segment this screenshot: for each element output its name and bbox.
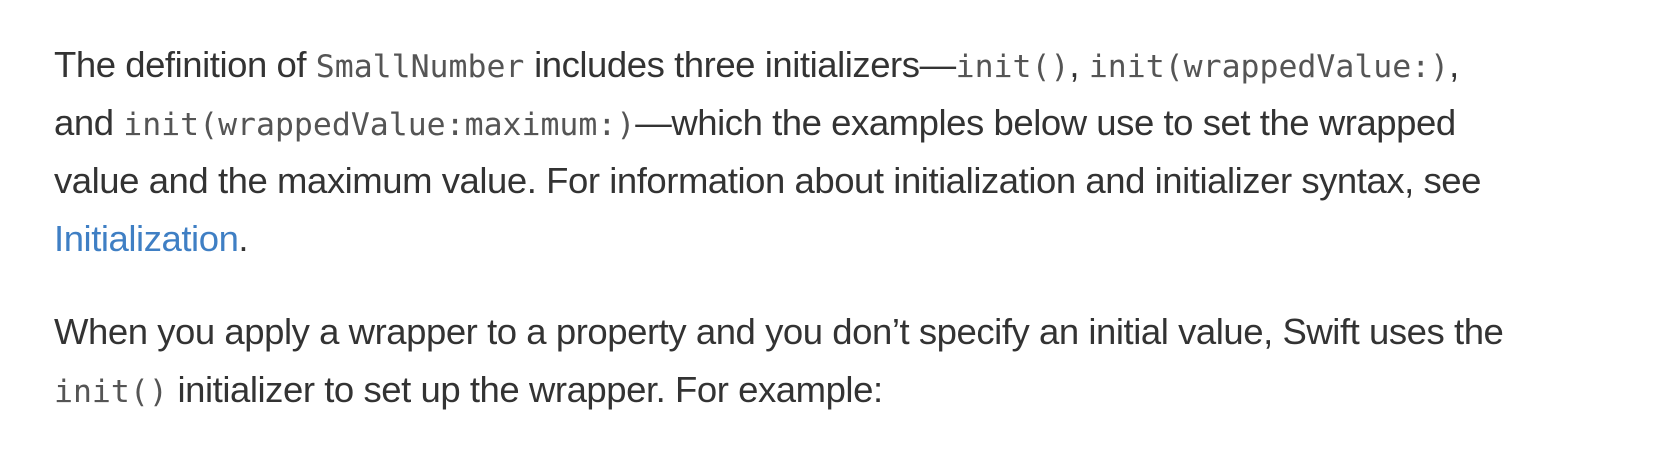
inline-code: init(wrappedValue:) <box>1088 49 1450 85</box>
paragraph-initializers: The definition of SmallNumber includes t… <box>54 36 1654 268</box>
text-line: When you apply a wrapper to a property a… <box>54 303 1654 361</box>
text-run: value and the maximum value. For informa… <box>54 160 1482 201</box>
text-line: value and the maximum value. For informa… <box>54 152 1654 210</box>
text-run: , <box>1069 44 1089 85</box>
text-line: and init(wrappedValue:maximum:)—which th… <box>54 94 1654 152</box>
inline-code: init(wrappedValue:maximum:) <box>123 107 636 143</box>
initialization-link[interactable]: Initialization <box>54 218 239 259</box>
text-line: The definition of SmallNumber includes t… <box>54 36 1654 94</box>
inline-code: init() <box>955 49 1070 85</box>
text-run: —which the examples below use to set the… <box>635 102 1456 143</box>
inline-code: init() <box>54 374 168 410</box>
text-run: , <box>1449 44 1459 85</box>
text-run: . <box>238 218 249 259</box>
inline-code: SmallNumber <box>315 49 525 85</box>
article-content: The definition of SmallNumber includes t… <box>54 36 1654 419</box>
text-run: initializer to set up the wrapper. For e… <box>167 369 883 410</box>
text-line: Initialization. <box>54 210 1654 268</box>
text-run: When you apply a wrapper to a property a… <box>54 311 1504 352</box>
paragraph-default-initializer: When you apply a wrapper to a property a… <box>54 303 1654 419</box>
text-run: The definition of <box>54 44 316 85</box>
text-line: init() initializer to set up the wrapper… <box>54 361 1654 419</box>
text-run: and <box>54 102 124 143</box>
text-run: includes three initializers— <box>524 44 956 85</box>
